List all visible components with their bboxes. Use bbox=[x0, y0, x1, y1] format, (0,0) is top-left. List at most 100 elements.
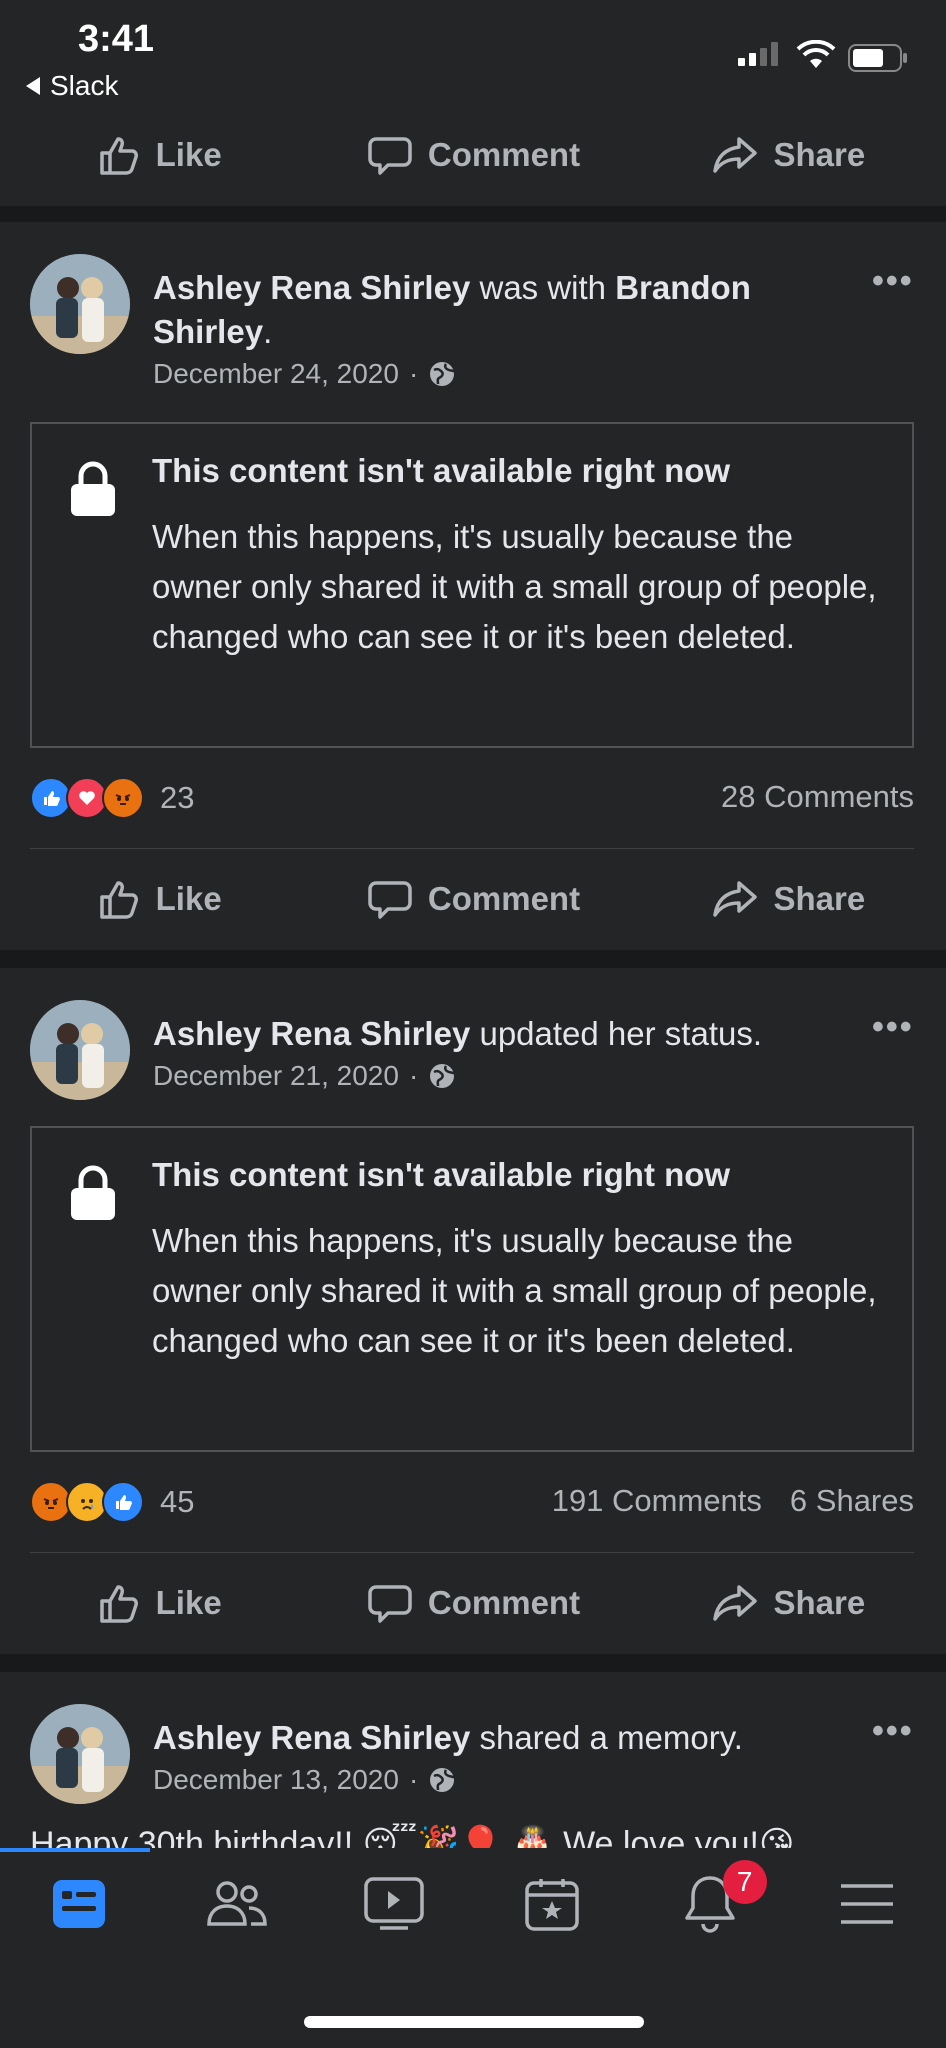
like-label: Like bbox=[155, 880, 222, 917]
lock-icon bbox=[71, 1165, 115, 1220]
status-bar: 3:41 Slack bbox=[0, 0, 946, 112]
reactions-summary[interactable]: 23 bbox=[30, 777, 194, 819]
bottom-navigation: 7 bbox=[0, 1848, 946, 2048]
back-to-app[interactable]: Slack bbox=[26, 70, 118, 102]
like-icon bbox=[99, 1585, 138, 1623]
post-title: Ashley Rena Shirley was with Brandon Shi… bbox=[153, 266, 843, 354]
author-name[interactable]: Ashley Rena Shirley bbox=[153, 1015, 470, 1052]
unavailable-content-box: This content isn't available right now W… bbox=[30, 422, 914, 748]
tab-news-feed[interactable] bbox=[0, 1848, 158, 1960]
comment-count[interactable]: 28 Comments bbox=[721, 779, 914, 815]
like-icon bbox=[99, 137, 138, 175]
post-actions: Like Comment Share bbox=[0, 1553, 946, 1653]
feed-icon bbox=[52, 1880, 105, 1928]
friends-icon bbox=[206, 1881, 267, 1926]
post-verb: updated her status. bbox=[470, 1015, 763, 1052]
like-button[interactable]: Like bbox=[0, 849, 315, 949]
tab-friends[interactable] bbox=[158, 1848, 316, 1960]
comment-count[interactable]: 191 Comments bbox=[552, 1483, 762, 1519]
avatar-photo bbox=[30, 254, 130, 354]
comment-icon bbox=[368, 1585, 412, 1623]
unavailable-content-box: This content isn't available right now W… bbox=[30, 1126, 914, 1452]
globe-icon bbox=[430, 362, 456, 386]
avatar[interactable] bbox=[30, 254, 130, 354]
avatar-photo bbox=[30, 1704, 130, 1804]
post-card: Ashley Rena Shirley shared a memory. Dec… bbox=[0, 1672, 946, 1848]
comment-label: Comment bbox=[427, 1584, 581, 1621]
author-name[interactable]: Ashley Rena Shirley bbox=[153, 1719, 470, 1756]
share-button[interactable]: Share bbox=[631, 849, 946, 949]
reactions-summary[interactable]: 45 bbox=[30, 1481, 194, 1523]
tab-watch[interactable] bbox=[315, 1848, 473, 1960]
back-label: Slack bbox=[50, 70, 119, 101]
share-label: Share bbox=[773, 880, 866, 917]
post-title: Ashley Rena Shirley updated her status. bbox=[153, 1012, 843, 1056]
share-icon bbox=[713, 137, 758, 173]
share-label: Share bbox=[773, 136, 866, 173]
home-indicator[interactable] bbox=[304, 2016, 644, 2028]
lock-icon bbox=[71, 461, 115, 516]
avatar[interactable] bbox=[30, 1000, 130, 1100]
avatar[interactable] bbox=[30, 1704, 130, 1804]
post-date: December 21, 2020 · bbox=[153, 1060, 456, 1092]
unavailable-body: When this happens, it's usually because … bbox=[152, 518, 877, 655]
tab-pages[interactable] bbox=[473, 1848, 631, 1960]
watch-icon bbox=[364, 1877, 424, 1930]
wifi-icon bbox=[796, 40, 836, 68]
unavailable-title: This content isn't available right now bbox=[152, 452, 731, 489]
post-verb: shared a memory. bbox=[470, 1719, 743, 1756]
previous-post-actions: Like Comment Share bbox=[0, 104, 946, 206]
clock: 3:41 bbox=[78, 18, 155, 60]
post-card: Ashley Rena Shirley updated her status. … bbox=[0, 968, 946, 1654]
like-button[interactable]: Like bbox=[0, 104, 315, 206]
globe-icon bbox=[430, 1768, 456, 1792]
comment-button[interactable]: Comment bbox=[315, 849, 630, 949]
post-date: December 13, 2020 · bbox=[153, 1764, 456, 1796]
like-reaction-icon bbox=[102, 1481, 144, 1523]
more-options-icon[interactable]: ••• bbox=[872, 1008, 914, 1047]
date-text[interactable]: December 24, 2020 bbox=[153, 358, 399, 390]
post-suffix: . bbox=[263, 313, 273, 350]
date-text[interactable]: December 21, 2020 bbox=[153, 1060, 399, 1092]
reaction-count: 45 bbox=[160, 1484, 195, 1519]
post-card: Ashley Rena Shirley was with Brandon Shi… bbox=[0, 222, 946, 950]
share-icon bbox=[713, 1585, 758, 1621]
post-stats: 28 Comments bbox=[721, 779, 914, 815]
more-options-icon[interactable]: ••• bbox=[872, 262, 914, 301]
post-caption: Happy 30th birthday!! 😴🎉🎈 🎂 We love you!… bbox=[30, 1825, 795, 1848]
back-arrow-icon bbox=[26, 77, 40, 95]
like-button[interactable]: Like bbox=[0, 1553, 315, 1653]
post-actions: Like Comment Share bbox=[0, 849, 946, 949]
more-options-icon[interactable]: ••• bbox=[872, 1712, 914, 1751]
angry-reaction-icon bbox=[102, 777, 144, 819]
post-verb: was with bbox=[470, 269, 616, 306]
globe-icon bbox=[430, 1064, 456, 1088]
battery-icon bbox=[848, 44, 907, 72]
unavailable-title: This content isn't available right now bbox=[152, 1156, 731, 1193]
share-button[interactable]: Share bbox=[631, 1553, 946, 1653]
comment-label: Comment bbox=[427, 880, 581, 917]
pages-icon bbox=[525, 1879, 579, 1931]
avatar-photo bbox=[30, 1000, 130, 1100]
cellular-signal-icon bbox=[738, 42, 778, 66]
comment-icon bbox=[368, 881, 412, 919]
tab-notifications[interactable]: 7 bbox=[631, 1848, 789, 1960]
author-name[interactable]: Ashley Rena Shirley bbox=[153, 269, 470, 306]
like-icon bbox=[99, 881, 138, 919]
share-icon bbox=[713, 881, 758, 917]
notification-badge: 7 bbox=[722, 1860, 767, 1904]
date-text[interactable]: December 13, 2020 bbox=[153, 1764, 399, 1796]
tab-menu[interactable] bbox=[788, 1848, 946, 1960]
unavailable-body: When this happens, it's usually because … bbox=[152, 1222, 877, 1359]
share-count[interactable]: 6 Shares bbox=[790, 1483, 914, 1519]
post-title: Ashley Rena Shirley shared a memory. bbox=[153, 1716, 843, 1760]
comment-icon bbox=[368, 137, 412, 175]
comment-button[interactable]: Comment bbox=[315, 1553, 630, 1653]
share-button[interactable]: Share bbox=[631, 104, 946, 206]
like-label: Like bbox=[155, 1584, 222, 1621]
share-label: Share bbox=[773, 1584, 866, 1621]
comment-button[interactable]: Comment bbox=[315, 104, 630, 206]
reaction-count: 23 bbox=[160, 780, 195, 815]
post-date: December 24, 2020 · bbox=[153, 358, 456, 390]
like-label: Like bbox=[155, 136, 222, 173]
